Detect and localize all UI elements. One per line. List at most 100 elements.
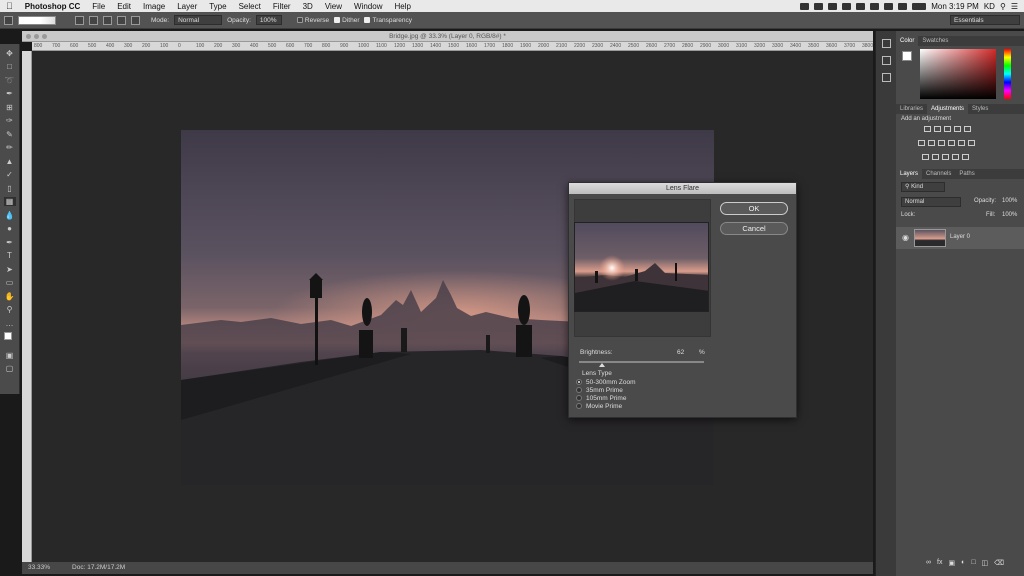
clone-stamp-tool-icon[interactable]: ▲ — [4, 157, 16, 166]
dropbox-icon[interactable] — [828, 2, 838, 10]
move-tool-icon[interactable]: ✥ — [4, 49, 16, 58]
doc-size[interactable]: Doc: 17.2M/17.2M — [72, 562, 125, 574]
brush-tool-icon[interactable]: ✏ — [4, 143, 16, 152]
brightness-adjustment-icon[interactable] — [923, 126, 931, 132]
new-layer-icon[interactable]: ◫ — [982, 559, 989, 567]
threshold-adjustment-icon[interactable] — [941, 154, 949, 160]
curves-adjustment-icon[interactable] — [943, 126, 951, 132]
menu-filter[interactable]: Filter — [267, 2, 297, 11]
minimize-window-icon[interactable] — [34, 34, 39, 39]
hue-slider[interactable] — [1004, 49, 1011, 99]
visibility-eye-icon[interactable]: ◉ — [902, 233, 909, 242]
history-brush-tool-icon[interactable]: ✓ — [4, 170, 16, 179]
zoom-window-icon[interactable] — [42, 34, 47, 39]
menu-edit[interactable]: Edit — [111, 2, 137, 11]
menu-type[interactable]: Type — [203, 2, 232, 11]
eraser-tool-icon[interactable]: ▯ — [4, 184, 16, 193]
adjustment-layer-icon[interactable]: ◐ — [961, 559, 965, 567]
linear-gradient-button[interactable] — [75, 15, 84, 25]
wifi-icon[interactable] — [884, 2, 894, 10]
menu-image[interactable]: Image — [137, 2, 171, 11]
menu-help[interactable]: Help — [388, 2, 416, 11]
shape-tool-icon[interactable]: ▭ — [4, 278, 16, 287]
tab-styles[interactable]: Styles — [968, 104, 992, 114]
close-window-icon[interactable] — [26, 34, 31, 39]
lens-radio-105mm[interactable] — [576, 395, 582, 401]
blur-tool-icon[interactable]: 💧 — [4, 211, 16, 220]
lasso-tool-icon[interactable]: ➰ — [4, 76, 16, 85]
layer-filter-dropdown[interactable]: ⚲ Kind — [901, 182, 945, 192]
crop-tool-icon[interactable]: ⊞ — [4, 103, 16, 112]
tab-adjustments[interactable]: Adjustments — [927, 104, 969, 114]
color-lookup-adjustment-icon[interactable] — [967, 140, 975, 146]
menu-layer[interactable]: Layer — [171, 2, 203, 11]
history-icon[interactable] — [881, 39, 891, 48]
levels-adjustment-icon[interactable] — [933, 126, 941, 132]
radial-gradient-button[interactable] — [89, 15, 98, 25]
lens-radio-50-300mm[interactable] — [576, 379, 582, 385]
color-swatches-icon[interactable] — [3, 332, 16, 346]
dodge-tool-icon[interactable]: ● — [4, 224, 16, 233]
vertical-ruler[interactable] — [22, 51, 32, 562]
screen-mode-icon[interactable]: ▢ — [4, 364, 16, 373]
invert-adjustment-icon[interactable] — [921, 154, 929, 160]
brightness-slider-track[interactable] — [579, 361, 704, 363]
black-white-adjustment-icon[interactable] — [937, 140, 945, 146]
gradient-tool-icon[interactable]: ▦ — [3, 197, 16, 206]
quick-select-tool-icon[interactable]: ✒ — [4, 89, 16, 98]
type-tool-icon[interactable]: T — [4, 251, 16, 260]
mode-dropdown[interactable]: Normal — [174, 15, 223, 25]
status-icon[interactable] — [814, 2, 824, 10]
diamond-gradient-button[interactable] — [131, 15, 140, 25]
group-icon[interactable]: □ — [971, 559, 975, 567]
zoom-level[interactable]: 33.33% — [28, 562, 50, 574]
menu-window[interactable]: Window — [348, 2, 388, 11]
menu-file[interactable]: File — [86, 2, 111, 11]
gradient-picker[interactable] — [18, 15, 56, 25]
document-tab[interactable]: Bridge.jpg @ 33.3% (Layer 0, RGB/8#) * — [22, 31, 873, 42]
battery-icon[interactable] — [912, 2, 927, 10]
link-layers-icon[interactable]: ∞ — [926, 559, 931, 567]
marquee-tool-icon[interactable]: □ — [4, 62, 16, 71]
gradient-tool-icon[interactable] — [4, 15, 13, 25]
list-icon[interactable]: ☰ — [1011, 2, 1018, 11]
color-field[interactable] — [920, 49, 996, 99]
flare-preview[interactable] — [574, 222, 709, 312]
quick-mask-icon[interactable]: ▣ — [4, 351, 16, 360]
tab-color[interactable]: Color — [896, 36, 919, 46]
hand-tool-icon[interactable]: ✋ — [4, 292, 16, 301]
hue-saturation-adjustment-icon[interactable] — [917, 140, 925, 146]
menubar-clock[interactable]: Mon 3:19 PM — [931, 2, 979, 11]
menubar-user[interactable]: KD — [984, 2, 995, 11]
display-icon[interactable] — [870, 2, 880, 10]
layer-name[interactable]: Layer 0 — [950, 234, 970, 240]
layer-row[interactable]: ◉ Layer 0 — [896, 227, 1024, 249]
status-icon[interactable] — [842, 2, 852, 10]
photo-filter-adjustment-icon[interactable] — [947, 140, 955, 146]
selective-color-adjustment-icon[interactable] — [951, 154, 959, 160]
search-icon[interactable]: ⚲ — [1000, 2, 1006, 11]
blend-mode-dropdown[interactable]: Normal — [901, 197, 961, 207]
more-tools-icon[interactable]: … — [4, 319, 16, 328]
channel-mixer-adjustment-icon[interactable] — [957, 140, 965, 146]
menu-3d[interactable]: 3D — [297, 2, 319, 11]
reflected-gradient-button[interactable] — [117, 15, 126, 25]
path-select-tool-icon[interactable]: ➤ — [4, 265, 16, 274]
menu-view[interactable]: View — [319, 2, 348, 11]
dither-checkbox[interactable]: Dither — [334, 17, 359, 24]
menu-select[interactable]: Select — [233, 2, 267, 11]
tab-layers[interactable]: Layers — [896, 169, 923, 179]
tab-channels[interactable]: Channels — [922, 169, 955, 179]
tab-swatches[interactable]: Swatches — [918, 36, 952, 46]
brightness-value-field[interactable]: 62 — [677, 349, 684, 356]
exposure-adjustment-icon[interactable] — [953, 126, 961, 132]
reverse-checkbox[interactable]: Reverse — [296, 17, 329, 24]
posterize-adjustment-icon[interactable] — [931, 154, 939, 160]
vibrance-adjustment-icon[interactable] — [963, 126, 971, 132]
horizontal-ruler[interactable]: 800 700 600 500 400 300 200 100 0 100 200 300 400 500… — [32, 42, 873, 51]
properties-icon[interactable] — [881, 56, 891, 65]
foreground-swatch[interactable] — [902, 51, 912, 61]
gradient-map-adjustment-icon[interactable] — [961, 154, 969, 160]
transparency-checkbox[interactable]: Transparency — [364, 17, 412, 24]
color-balance-adjustment-icon[interactable] — [927, 140, 935, 146]
